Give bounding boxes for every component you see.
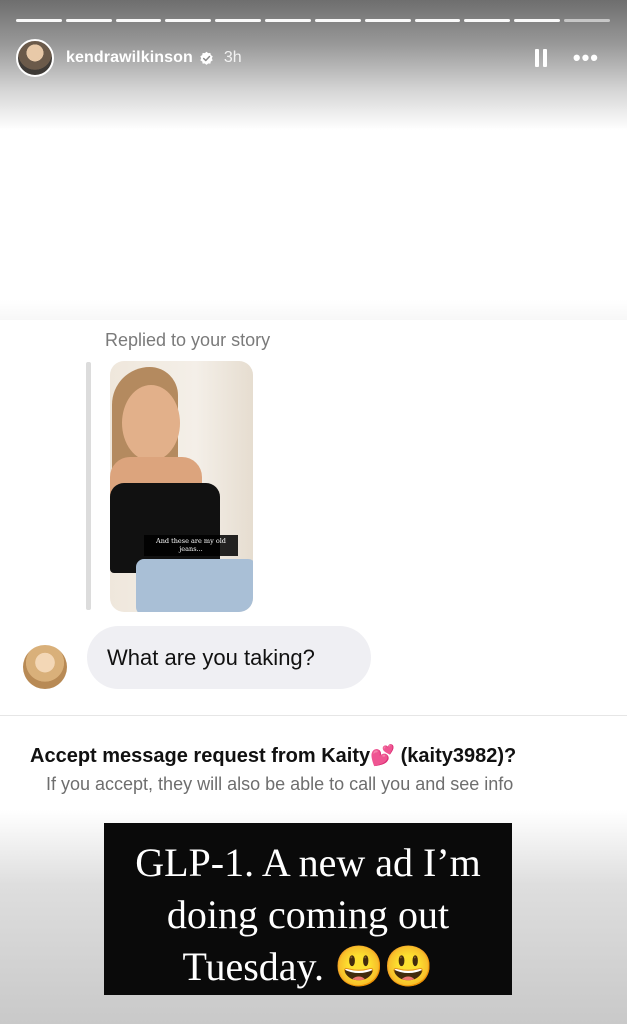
- request-title-handle: (kaity3982)?: [395, 745, 517, 767]
- thumbnail-caption: And these are my old jeans...: [144, 535, 238, 556]
- replied-to-story-label: Replied to your story: [105, 330, 271, 350]
- progress-segment: [364, 19, 411, 22]
- progress-segment: [265, 19, 311, 22]
- progress-segment-current: [564, 19, 610, 22]
- more-options-icon[interactable]: •••: [573, 47, 599, 69]
- caption-line-2: doing coming out: [166, 892, 450, 937]
- thumb-jeans: [136, 559, 253, 612]
- screenshot-top-band: [0, 300, 627, 320]
- story-timestamp: 3h: [223, 49, 242, 66]
- username[interactable]: kendrawilkinson: [66, 49, 193, 67]
- progress-segment: [314, 19, 361, 22]
- progress-segment: [514, 19, 561, 22]
- reply-indicator-bar: [86, 362, 91, 610]
- progress-segment: [414, 19, 461, 22]
- message-request-title: Accept message request from Kaity💕 (kait…: [30, 743, 516, 768]
- hearts-emoji: 💕: [370, 745, 396, 767]
- sender-avatar[interactable]: [23, 645, 67, 689]
- message-bubble[interactable]: What are you taking?: [87, 626, 371, 689]
- caption-line-3: Tuesday. 😃😃: [182, 944, 434, 989]
- message-request-info: If you accept, they will also be able to…: [46, 774, 514, 794]
- progress-segment: [215, 19, 262, 22]
- progress-segment: [16, 19, 62, 22]
- request-title-prefix: Accept message request from Kaity: [30, 745, 371, 767]
- progress-segment: [165, 19, 212, 22]
- story-progress-bar: [16, 19, 610, 22]
- progress-segment: [65, 19, 112, 22]
- message-text: What are you taking?: [107, 644, 315, 670]
- replied-story-thumbnail[interactable]: And these are my old jeans...: [110, 361, 253, 612]
- divider: [0, 715, 627, 716]
- thumb-face: [122, 385, 180, 461]
- story-text-caption: GLP-1. A new ad I’m doing coming out Tue…: [104, 823, 512, 995]
- verified-badge-icon: [200, 51, 213, 65]
- pause-icon[interactable]: [534, 49, 549, 67]
- profile-avatar[interactable]: [16, 39, 54, 77]
- progress-segment: [115, 19, 162, 22]
- story-header: kendrawilkinson 3h •••: [16, 38, 611, 78]
- caption-line-1: GLP-1. A new ad I’m: [135, 840, 481, 885]
- progress-segment: [464, 19, 511, 22]
